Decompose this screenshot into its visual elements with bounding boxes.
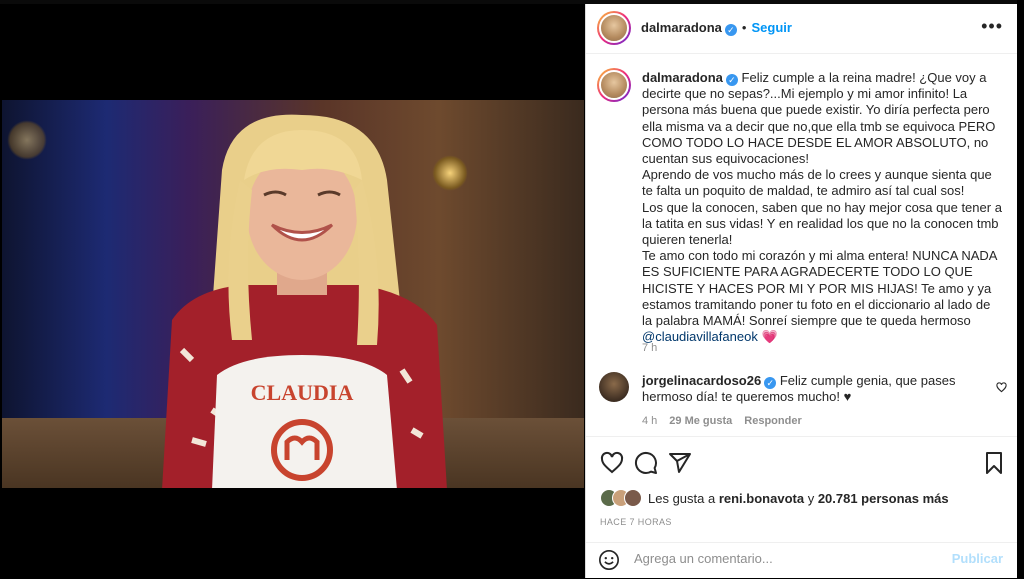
commenter-avatar[interactable] (599, 372, 629, 402)
save-bookmark-icon[interactable] (982, 451, 1006, 475)
author-avatar[interactable] (597, 11, 631, 45)
separator-dot: • (741, 20, 747, 35)
post-panel: dalmaradona ✓ • Seguir ••• dalmaradona ✓ Fel… (585, 4, 1017, 578)
likes-summary: Les gusta a reni.bonavota y 20.781 perso… (600, 489, 949, 509)
reply-button[interactable]: Responder (744, 415, 801, 427)
author-line: dalmaradona ✓ • Seguir (641, 20, 792, 36)
comment-meta: 4 h 29 Me gusta Responder (642, 415, 802, 427)
caption-avatar[interactable] (597, 68, 631, 102)
share-paper-plane-icon[interactable] (668, 451, 692, 475)
post-media[interactable]: CLAUDIA (2, 4, 584, 578)
caption-paragraph-2: Aprendo de vos mucho más de lo crees y a… (642, 167, 992, 199)
follow-button[interactable]: Seguir (751, 20, 791, 35)
post-header: dalmaradona ✓ • Seguir ••• (586, 4, 1017, 54)
commenter-username[interactable]: jorgelinacardoso26 (642, 373, 761, 388)
caption-timestamp[interactable]: 7 h (642, 342, 657, 354)
caption-text: dalmaradona ✓ Feliz cumple a la reina mad… (642, 70, 1004, 345)
add-comment-bar: Agrega un comentario... Publicar (586, 542, 1017, 579)
author-username[interactable]: dalmaradona (641, 20, 722, 35)
post-actions: Les gusta a reni.bonavota y 20.781 perso… (586, 436, 1017, 557)
likes-prefix: Les gusta a (648, 490, 719, 506)
woman-figure: CLAUDIA (162, 114, 447, 488)
liker-avatar (624, 489, 642, 507)
caption-paragraph-4: Te amo con todo mi corazón y mi alma ent… (642, 248, 997, 329)
post-photo: CLAUDIA (2, 100, 584, 488)
pink-heart-emoji: 💗 (761, 329, 778, 345)
publish-button[interactable]: Publicar (952, 551, 1003, 566)
liker-username[interactable]: reni.bonavota (719, 491, 804, 506)
likes-middle: y (804, 490, 818, 506)
verified-badge-icon: ✓ (764, 377, 777, 389)
caption-mention-link[interactable]: @claudiavillafaneok (642, 329, 758, 344)
comment-timestamp[interactable]: 4 h (642, 415, 657, 427)
background-light (7, 120, 47, 160)
comment-bubble-icon[interactable] (634, 451, 658, 475)
verified-badge-icon: ✓ (724, 24, 737, 36)
post-time-ago[interactable]: HACE 7 HORAS (600, 517, 672, 527)
comment-text-block: jorgelinacardoso26 ✓ Feliz cumple genia, … (642, 373, 972, 405)
verified-badge-icon: ✓ (725, 74, 738, 86)
emoji-smiley-icon[interactable] (598, 549, 620, 571)
caption-username[interactable]: dalmaradona (642, 70, 723, 85)
page-scrollbar[interactable] (1017, 0, 1024, 578)
caption-paragraph-3: Los que la conocen, saben que no hay mej… (642, 199, 1002, 248)
comment-likes-count[interactable]: 29 Me gusta (669, 415, 732, 427)
like-heart-icon[interactable] (600, 451, 624, 475)
apron-name: CLAUDIA (251, 380, 354, 405)
more-options-icon[interactable]: ••• (981, 16, 1003, 37)
comment-input[interactable]: Agrega un comentario... (634, 551, 773, 566)
comment-like-heart-icon[interactable] (996, 382, 1007, 393)
likes-count[interactable]: 20.781 personas más (818, 491, 949, 506)
